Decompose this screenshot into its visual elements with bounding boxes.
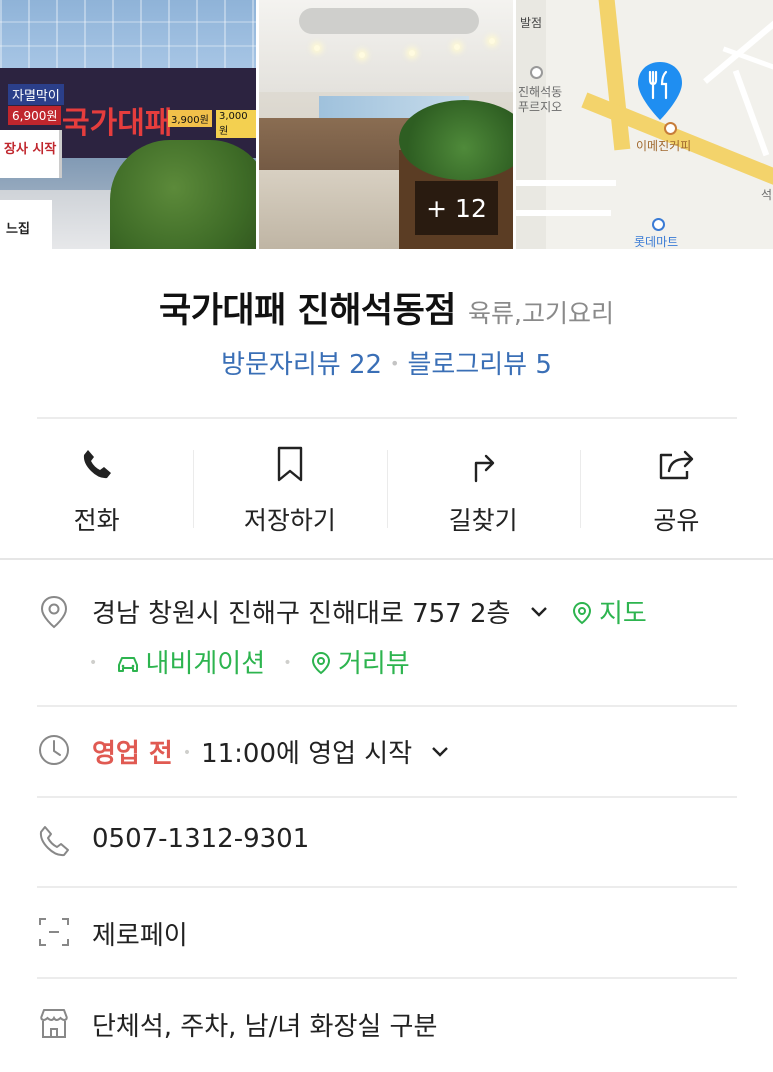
ceiling-duct bbox=[299, 8, 479, 34]
sign-promo-2: 6,900원 bbox=[8, 106, 62, 125]
separator-dot: • bbox=[89, 655, 98, 671]
map-link[interactable]: 지도 bbox=[571, 599, 647, 629]
mart-icon bbox=[652, 218, 665, 231]
ceiling-light bbox=[359, 52, 365, 58]
directions-icon bbox=[474, 454, 495, 483]
map-street bbox=[732, 69, 770, 157]
phone-icon bbox=[83, 450, 111, 479]
chevron-down-icon[interactable] bbox=[529, 602, 549, 622]
scan-icon bbox=[39, 918, 69, 946]
directions-label: 길찾기 bbox=[448, 506, 518, 535]
separator-dot: • bbox=[283, 655, 292, 671]
separator-dot: • bbox=[182, 745, 192, 761]
storefront-photo[interactable]: 자멸막이 6,900원 국가대패 3,900원 3,000원 장사 시작 느집 bbox=[0, 0, 256, 249]
ceiling-light bbox=[489, 38, 495, 44]
phone-outline-icon bbox=[39, 826, 69, 857]
hours-row[interactable]: 영업 전 • 11:00에 영업 시작 bbox=[37, 731, 737, 771]
call-label: 전화 bbox=[73, 506, 120, 535]
street-view-link[interactable]: 거리뷰 bbox=[302, 649, 410, 679]
car-icon bbox=[117, 657, 138, 672]
divider bbox=[37, 705, 737, 707]
divider bbox=[37, 977, 737, 979]
address-links: • 내비게이션 • 거리뷰 bbox=[89, 643, 410, 680]
place-name: 국가대패 진해석동점 bbox=[159, 291, 457, 331]
address-line: 경남 창원시 진해구 진해대로 757 2층 지도 bbox=[92, 593, 647, 630]
store-icon bbox=[40, 1009, 68, 1038]
share-label: 공유 bbox=[653, 506, 700, 535]
map-street bbox=[516, 210, 611, 216]
map-label-top: 발점 bbox=[520, 16, 543, 30]
map-label-cafe: 이메진커피 bbox=[636, 139, 692, 153]
share-button[interactable]: 공유 bbox=[579, 420, 773, 556]
phone-row[interactable]: 0507-1312-9301 bbox=[37, 822, 737, 862]
payment-text: 제로페이 bbox=[92, 921, 188, 951]
status-badge: 영업 전 bbox=[92, 739, 173, 769]
ceiling-light bbox=[409, 50, 415, 56]
place-header: 국가대패 진해석동점 육류,고기요리 bbox=[0, 282, 773, 333]
map-thumbnail[interactable]: 발점 진해석동 푸르지오 이메진커피 롯데마트 석 bbox=[516, 0, 773, 249]
visitor-reviews-link[interactable]: 방문자리뷰 22 bbox=[221, 350, 382, 380]
restaurant-pin-icon bbox=[638, 62, 682, 120]
sign-panel-top: 장사 시작 bbox=[0, 130, 62, 178]
section-divider bbox=[0, 558, 773, 560]
share-icon bbox=[660, 450, 694, 480]
navigation-link[interactable]: 내비게이션 bbox=[107, 649, 273, 679]
map-main-road bbox=[597, 0, 631, 151]
clock-icon bbox=[39, 735, 69, 765]
sign-panel-bottom: 느집 bbox=[0, 200, 52, 249]
sign-promo-1: 자멸막이 bbox=[8, 84, 64, 105]
more-photos-badge[interactable]: + 12 bbox=[415, 181, 498, 235]
map-label-mart: 롯데마트 bbox=[634, 235, 679, 249]
map-pin-icon bbox=[572, 601, 591, 625]
sign-promo-3: 3,900원 bbox=[168, 110, 212, 127]
save-label: 저장하기 bbox=[243, 506, 336, 535]
divider bbox=[37, 417, 737, 419]
cafe-icon bbox=[664, 122, 677, 135]
photo-gallery: 자멸막이 6,900원 국가대패 3,900원 3,000원 장사 시작 느집 … bbox=[0, 0, 773, 249]
review-links: 방문자리뷰 22 • 블로그리뷰 5 bbox=[0, 344, 773, 381]
interior-photo[interactable]: + 12 bbox=[259, 0, 513, 249]
hours-text: 11:00에 영업 시작 bbox=[201, 739, 413, 769]
map-street bbox=[516, 180, 616, 186]
ceiling-light bbox=[314, 45, 320, 51]
street-view-pin-icon bbox=[311, 651, 330, 675]
address-row: 경남 창원시 진해구 진해대로 757 2층 지도 • 내비게이션 • 거리뷰 bbox=[37, 591, 737, 681]
facilities-row: 단체석, 주차, 남/녀 화장실 구분 bbox=[37, 1004, 737, 1044]
apartment-icon bbox=[530, 66, 543, 79]
chevron-down-icon[interactable] bbox=[430, 742, 450, 762]
divider bbox=[37, 886, 737, 888]
action-bar: 전화 저장하기 길찾기 공유 bbox=[0, 420, 773, 556]
place-category: 육류,고기요리 bbox=[468, 299, 614, 328]
hours-line: 영업 전 • 11:00에 영업 시작 bbox=[92, 733, 450, 770]
phone-number[interactable]: 0507-1312-9301 bbox=[92, 824, 309, 854]
payment-row: 제로페이 bbox=[37, 913, 737, 953]
address-text[interactable]: 경남 창원시 진해구 진해대로 757 2층 bbox=[92, 599, 510, 629]
ceiling-light bbox=[454, 44, 460, 50]
separator-dot: • bbox=[390, 354, 400, 373]
directions-button[interactable]: 길찾기 bbox=[386, 420, 580, 556]
bookmark-icon bbox=[277, 446, 303, 482]
facilities-text: 단체석, 주차, 남/녀 화장실 구분 bbox=[92, 1012, 438, 1042]
location-pin-icon bbox=[40, 595, 68, 629]
map-label-apartment-2: 푸르지오 bbox=[518, 100, 563, 114]
sign-brand: 국가대패 bbox=[62, 106, 173, 141]
save-button[interactable]: 저장하기 bbox=[193, 420, 386, 556]
sign-promo-4: 3,000원 bbox=[216, 110, 256, 138]
call-button[interactable]: 전화 bbox=[0, 420, 193, 556]
blog-reviews-link[interactable]: 블로그리뷰 5 bbox=[407, 350, 551, 380]
tree bbox=[110, 140, 256, 249]
map-label-edge: 석 bbox=[761, 188, 773, 202]
divider bbox=[37, 796, 737, 798]
